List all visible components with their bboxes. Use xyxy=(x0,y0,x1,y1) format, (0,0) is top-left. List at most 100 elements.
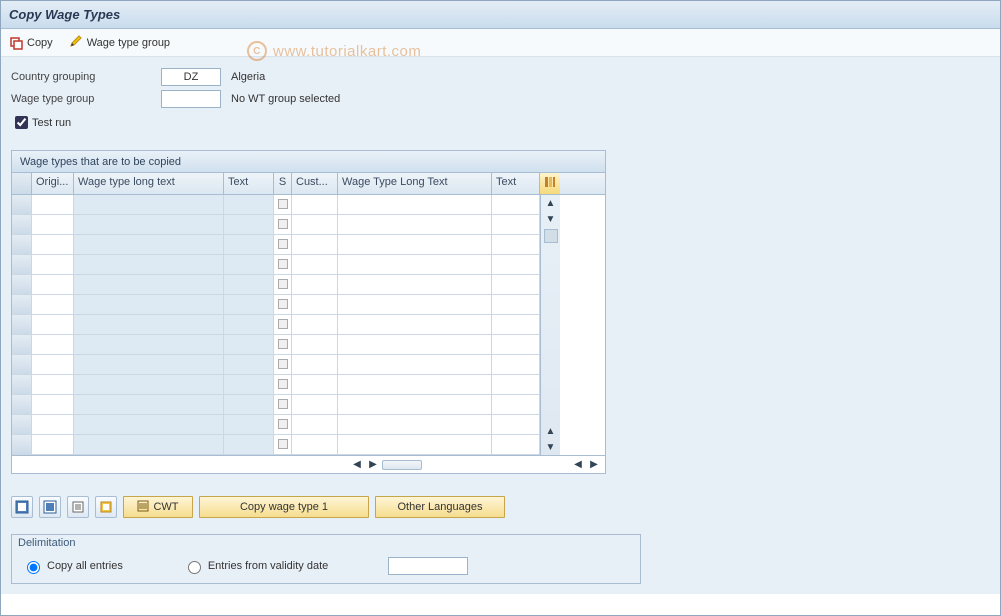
cell-cust[interactable] xyxy=(292,275,338,295)
cell-cust[interactable] xyxy=(292,215,338,235)
cell-origi[interactable] xyxy=(32,295,74,315)
row-selector[interactable] xyxy=(12,215,32,235)
hscroll2-left-arrow-icon[interactable]: ◀ xyxy=(571,458,585,472)
checkbox-icon[interactable] xyxy=(278,319,288,329)
cell-origi[interactable] xyxy=(32,255,74,275)
row-selector[interactable] xyxy=(12,235,32,255)
row-selector[interactable] xyxy=(12,275,32,295)
checkbox-icon[interactable] xyxy=(278,439,288,449)
cwt-button[interactable]: CWT xyxy=(123,496,193,518)
checkbox-icon[interactable] xyxy=(278,239,288,249)
col-header-cust[interactable]: Cust... xyxy=(292,173,338,194)
table-row[interactable] xyxy=(12,195,540,215)
sort-ascending-button[interactable] xyxy=(67,496,89,518)
scroll-thumb[interactable] xyxy=(544,229,558,243)
cell-s[interactable] xyxy=(274,335,292,355)
row-selector[interactable] xyxy=(12,435,32,455)
col-header-text-right[interactable]: Text xyxy=(492,173,540,194)
cell-s[interactable] xyxy=(274,255,292,275)
checkbox-icon[interactable] xyxy=(278,199,288,209)
cell-s[interactable] xyxy=(274,415,292,435)
test-run-checkbox[interactable] xyxy=(15,116,28,129)
col-header-wage-type-long-text-left[interactable]: Wage type long text xyxy=(74,173,224,194)
table-row[interactable] xyxy=(12,315,540,335)
hscroll-right-arrow-icon[interactable]: ▶ xyxy=(366,458,380,472)
cell-origi[interactable] xyxy=(32,395,74,415)
cell-s[interactable] xyxy=(274,375,292,395)
cell-s[interactable] xyxy=(274,395,292,415)
cell-origi[interactable] xyxy=(32,195,74,215)
table-row[interactable] xyxy=(12,255,540,275)
table-row[interactable] xyxy=(12,355,540,375)
scroll-up-bottom-icon[interactable]: ▲ xyxy=(543,423,559,439)
row-selector[interactable] xyxy=(12,395,32,415)
checkbox-icon[interactable] xyxy=(278,399,288,409)
cell-origi[interactable] xyxy=(32,275,74,295)
cell-cust[interactable] xyxy=(292,255,338,275)
cell-origi[interactable] xyxy=(32,335,74,355)
table-row[interactable] xyxy=(12,435,540,455)
cell-origi[interactable] xyxy=(32,235,74,255)
row-selector[interactable] xyxy=(12,375,32,395)
cell-cust[interactable] xyxy=(292,315,338,335)
checkbox-icon[interactable] xyxy=(278,219,288,229)
row-selector[interactable] xyxy=(12,315,32,335)
table-row[interactable] xyxy=(12,335,540,355)
checkbox-icon[interactable] xyxy=(278,299,288,309)
select-all-button[interactable] xyxy=(11,496,33,518)
table-row[interactable] xyxy=(12,295,540,315)
vertical-scrollbar[interactable]: ▲ ▼ ▲ ▼ xyxy=(540,195,560,455)
cell-s[interactable] xyxy=(274,235,292,255)
cell-s[interactable] xyxy=(274,195,292,215)
table-row[interactable] xyxy=(12,415,540,435)
select-all-header[interactable] xyxy=(12,173,32,194)
cell-cust[interactable] xyxy=(292,415,338,435)
cell-s[interactable] xyxy=(274,315,292,335)
cell-origi[interactable] xyxy=(32,215,74,235)
row-selector[interactable] xyxy=(12,415,32,435)
col-header-wage-type-long-text-right[interactable]: Wage Type Long Text xyxy=(338,173,492,194)
table-row[interactable] xyxy=(12,215,540,235)
col-header-s[interactable]: S xyxy=(274,173,292,194)
cell-s[interactable] xyxy=(274,275,292,295)
cell-origi[interactable] xyxy=(32,355,74,375)
cell-cust[interactable] xyxy=(292,375,338,395)
checkbox-icon[interactable] xyxy=(278,379,288,389)
hscroll-right-section[interactable]: ◀ ▶ xyxy=(567,458,605,472)
copy-button[interactable]: Copy xyxy=(9,36,53,50)
table-row[interactable] xyxy=(12,235,540,255)
table-configure-columns-icon[interactable] xyxy=(540,173,560,194)
cell-cust[interactable] xyxy=(292,395,338,415)
checkbox-icon[interactable] xyxy=(278,279,288,289)
entries-from-validity-date-radio[interactable] xyxy=(188,561,201,574)
cell-s[interactable] xyxy=(274,215,292,235)
cell-origi[interactable] xyxy=(32,375,74,395)
cell-cust[interactable] xyxy=(292,295,338,315)
hscroll-left-arrow-icon[interactable]: ◀ xyxy=(350,458,364,472)
wage-type-group-button[interactable]: Wage type group xyxy=(69,34,170,51)
col-header-origi[interactable]: Origi... xyxy=(32,173,74,194)
scroll-down-icon[interactable]: ▼ xyxy=(543,211,559,227)
hscroll-thumb[interactable] xyxy=(382,460,422,470)
cell-s[interactable] xyxy=(274,435,292,455)
row-selector[interactable] xyxy=(12,255,32,275)
cell-origi[interactable] xyxy=(32,315,74,335)
scroll-down-bottom-icon[interactable]: ▼ xyxy=(543,439,559,455)
copy-wage-type-1-button[interactable]: Copy wage type 1 xyxy=(199,496,369,518)
wage-type-group-input[interactable] xyxy=(161,90,221,108)
checkbox-icon[interactable] xyxy=(278,339,288,349)
cell-cust[interactable] xyxy=(292,335,338,355)
copy-all-entries-radio[interactable] xyxy=(27,561,40,574)
cell-cust[interactable] xyxy=(292,435,338,455)
checkbox-icon[interactable] xyxy=(278,359,288,369)
scroll-up-icon[interactable]: ▲ xyxy=(543,195,559,211)
cell-s[interactable] xyxy=(274,355,292,375)
table-row[interactable] xyxy=(12,395,540,415)
table-row[interactable] xyxy=(12,275,540,295)
row-selector[interactable] xyxy=(12,355,32,375)
export-button[interactable] xyxy=(95,496,117,518)
other-languages-button[interactable]: Other Languages xyxy=(375,496,505,518)
col-header-text-left[interactable]: Text xyxy=(224,173,274,194)
hscroll2-right-arrow-icon[interactable]: ▶ xyxy=(587,458,601,472)
row-selector[interactable] xyxy=(12,335,32,355)
